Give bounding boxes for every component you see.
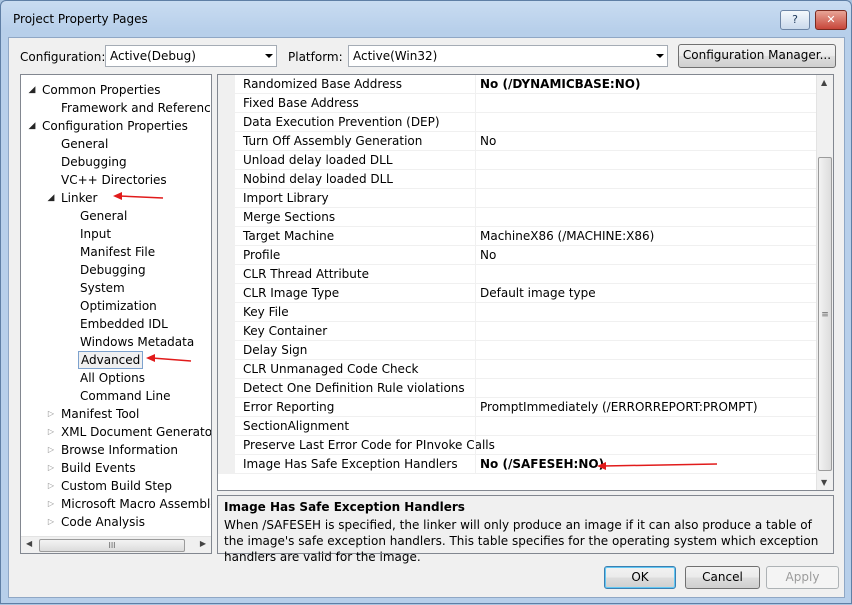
annotation-arrows	[113, 192, 718, 470]
advanced-arrow-icon	[146, 354, 192, 362]
linker-arrow-icon	[113, 192, 164, 200]
safeseh-arrow-icon	[597, 462, 718, 470]
dialog-window: Project Property Pages ? ✕ Configuration…	[0, 0, 852, 604]
